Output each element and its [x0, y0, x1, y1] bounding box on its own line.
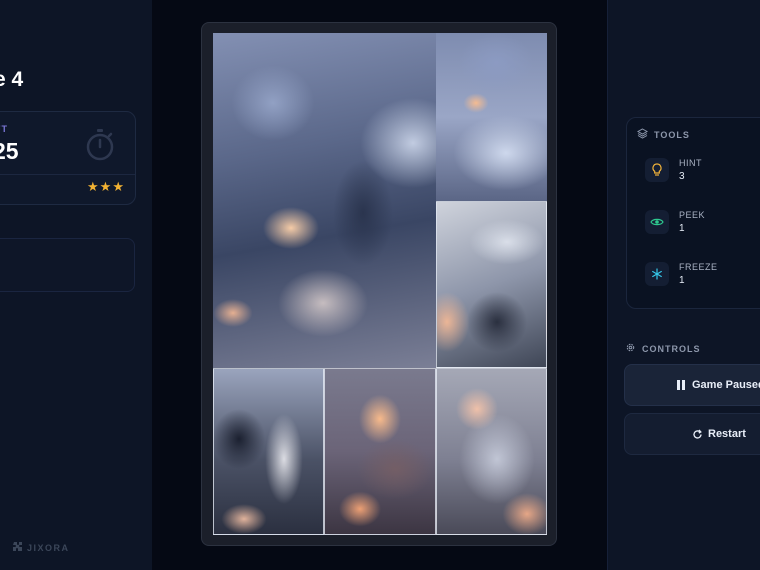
- star-rating: ★★★: [87, 179, 125, 194]
- tools-header-label: TOOLS: [654, 129, 690, 140]
- pause-button[interactable]: Game Paused: [624, 364, 760, 406]
- timer-divider: [0, 174, 135, 175]
- right-sidebar: TOOLS HINT 3 PEEK 1 FREEZE 1 CONTROLS Ga…: [607, 0, 760, 570]
- timer-card: FT 25 ★★★: [0, 111, 136, 205]
- tool-hint-count: 3: [679, 171, 685, 182]
- tool-peek[interactable]: PEEK 1: [645, 210, 705, 234]
- tool-hint[interactable]: HINT 3: [645, 158, 702, 182]
- tool-freeze-name: FREEZE: [679, 262, 718, 272]
- controls-header: CONTROLS: [625, 342, 701, 355]
- gear-icon: [625, 342, 636, 355]
- pause-icon: [677, 380, 685, 390]
- restart-button[interactable]: Restart: [624, 413, 760, 455]
- tool-peek-count: 1: [679, 223, 685, 234]
- tools-header: TOOLS: [636, 128, 690, 141]
- layers-icon: [636, 128, 649, 141]
- controls-header-label: CONTROLS: [642, 343, 701, 354]
- timer-value: 25: [0, 138, 19, 164]
- tool-hint-name: HINT: [679, 158, 702, 168]
- brand-logo: JIXORA: [12, 541, 70, 554]
- puzzle-board[interactable]: [213, 33, 547, 535]
- puzzle-piece-assembled[interactable]: [213, 33, 436, 368]
- snowflake-icon: [645, 262, 669, 286]
- restart-button-label: Restart: [708, 428, 746, 440]
- tool-freeze[interactable]: FREEZE 1: [645, 262, 718, 286]
- left-sidebar: k e 4 FT 25 ★★★ JIXORA: [0, 0, 153, 570]
- tool-freeze-count: 1: [679, 275, 685, 286]
- brand-name: JIXORA: [27, 542, 70, 553]
- level-title: e 4: [0, 68, 24, 91]
- pause-button-label: Game Paused: [692, 379, 760, 391]
- info-card: [0, 238, 135, 292]
- puzzle-piece[interactable]: [213, 368, 324, 535]
- puzzle-piece[interactable]: [436, 368, 547, 535]
- puzzle-piece[interactable]: [436, 201, 547, 368]
- restart-icon: [692, 429, 703, 440]
- puzzle-logo-icon: [12, 541, 23, 554]
- tool-peek-name: PEEK: [679, 210, 706, 220]
- tools-card: TOOLS HINT 3 PEEK 1 FREEZE 1: [626, 117, 760, 309]
- puzzle-piece-assembled[interactable]: [436, 33, 547, 201]
- puzzle-piece[interactable]: [324, 368, 436, 535]
- stopwatch-icon: [85, 128, 115, 167]
- eye-icon: [645, 210, 669, 234]
- lightbulb-icon: [645, 158, 669, 182]
- timer-label: FT: [0, 124, 8, 134]
